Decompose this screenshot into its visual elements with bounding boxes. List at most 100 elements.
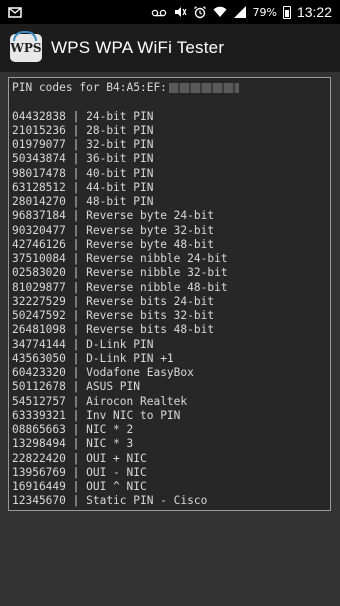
pin-separator: | <box>65 437 87 451</box>
pin-code: 81029877 <box>12 280 66 294</box>
status-bar: 79% 13:22 <box>0 0 340 24</box>
pin-results-panel[interactable]: PIN codes for B4:A5:EF: 04432838 | 24-bi… <box>8 77 331 511</box>
pin-row[interactable]: 42746126 | Reverse byte 48-bit <box>12 238 330 252</box>
pin-row[interactable]: 13298494 | NIC * 3 <box>12 437 330 451</box>
pin-algorithm-label: ASUS PIN <box>86 380 140 394</box>
pin-row[interactable]: 32227529 | Reverse bits 24-bit <box>12 295 330 309</box>
pin-code: 54512757 <box>12 394 66 408</box>
pin-separator: | <box>65 195 87 208</box>
pin-code: 96837184 <box>12 209 66 223</box>
pin-separator: | <box>65 180 87 194</box>
pin-algorithm-label: Airocon Realtek <box>86 394 188 408</box>
pin-row[interactable]: 37510084 | Reverse nibble 24-bit <box>12 252 330 266</box>
pin-row[interactable]: 50112678 | ASUS PIN <box>12 380 330 394</box>
app-logo-text: WPS <box>10 41 42 55</box>
pin-code: 32227529 <box>12 294 66 308</box>
pin-row[interactable]: 96837184 | Reverse byte 24-bit <box>12 209 330 223</box>
pin-algorithm-label: Reverse nibble 32-bit <box>86 266 228 280</box>
pin-separator: | <box>65 408 87 422</box>
pin-algorithm-label: Reverse bits 32-bit <box>86 309 215 322</box>
pin-code: 43563050 <box>12 351 66 365</box>
pin-row[interactable]: 34774144 | D-Link PIN <box>12 338 330 352</box>
pin-row[interactable]: 22822420 | OUI + NIC <box>12 452 330 466</box>
pin-code: 50343874 <box>12 152 66 166</box>
pin-row[interactable]: 63128512 | 44-bit PIN <box>12 181 330 195</box>
pin-separator: | <box>65 323 87 337</box>
pin-separator: | <box>65 480 87 493</box>
pin-separator: | <box>65 123 87 137</box>
pin-algorithm-label: D-Link PIN +1 <box>86 351 174 365</box>
pin-separator: | <box>65 465 87 479</box>
pin-separator: | <box>65 309 87 322</box>
pin-separator: | <box>65 337 87 351</box>
pin-algorithm-label: Reverse bits 48-bit <box>86 323 215 337</box>
results-header-text: PIN codes for B4:A5:EF: <box>12 81 167 94</box>
pin-row[interactable]: 21015236 | 28-bit PIN <box>12 124 330 138</box>
pin-code: 01979077 <box>12 138 66 151</box>
pin-separator: | <box>65 494 87 508</box>
pin-row[interactable]: 54512757 | Airocon Realtek <box>12 395 330 409</box>
pin-algorithm-label: Vodafone EasyBox <box>86 366 194 379</box>
pin-algorithm-label: 28-bit PIN <box>86 123 154 137</box>
pin-separator: | <box>65 366 87 379</box>
pin-code: 50247592 <box>12 309 66 322</box>
voicemail-icon <box>151 9 166 17</box>
status-left <box>8 5 22 19</box>
wifi-icon <box>213 6 226 17</box>
pin-row[interactable]: 63339321 | Inv NIC to PIN <box>12 409 330 423</box>
signal-icon <box>233 6 246 18</box>
pin-row[interactable]: 02583020 | Reverse nibble 32-bit <box>12 266 330 280</box>
pin-row[interactable]: 16916449 | OUI ^ NIC <box>12 480 330 494</box>
pin-code: 63128512 <box>12 180 66 194</box>
pin-separator: | <box>65 394 87 408</box>
pin-separator: | <box>65 252 87 265</box>
pin-separator: | <box>65 451 87 465</box>
pin-algorithm-label: Reverse byte 24-bit <box>86 209 215 223</box>
pin-algorithm-label: OUI + NIC <box>86 451 147 465</box>
pin-row[interactable]: 50343874 | 36-bit PIN <box>12 152 330 166</box>
pin-separator: | <box>65 109 87 123</box>
pin-code: 13956769 <box>12 465 66 479</box>
mail-icon <box>8 7 22 18</box>
pin-code: 13298494 <box>12 437 66 451</box>
pin-code: 63339321 <box>12 408 66 422</box>
wifi-arc-icon <box>13 31 37 41</box>
pin-algorithm-label: Reverse nibble 24-bit <box>86 252 228 265</box>
pin-row[interactable]: 12345670 | Static PIN - Cisco <box>12 494 330 508</box>
battery-icon <box>282 5 291 19</box>
pin-separator: | <box>65 280 87 294</box>
app-logo: WPS <box>10 31 42 62</box>
pin-code: 98017478 <box>12 166 66 180</box>
pin-code: 21015236 <box>12 123 66 137</box>
pin-row[interactable]: 28014270 | 48-bit PIN <box>12 195 330 209</box>
pin-separator: | <box>65 237 87 251</box>
pin-row[interactable]: 43563050 | D-Link PIN +1 <box>12 352 330 366</box>
pin-code: 50112678 <box>12 380 66 394</box>
pin-row[interactable]: 26481098 | Reverse bits 48-bit <box>12 323 330 337</box>
pin-row[interactable]: 04432838 | 24-bit PIN <box>12 110 330 124</box>
pin-code: 37510084 <box>12 252 66 265</box>
pin-row[interactable]: 98017478 | 40-bit PIN <box>12 167 330 181</box>
pin-separator: | <box>65 380 87 394</box>
app-bar: WPS WPS WPA WiFi Tester <box>0 24 340 72</box>
pin-algorithm-label: 48-bit PIN <box>86 195 154 208</box>
pin-separator: | <box>65 166 87 180</box>
pin-algorithm-label: Reverse bits 24-bit <box>86 294 215 308</box>
pin-row[interactable]: 08865663 | NIC * 2 <box>12 423 330 437</box>
pin-algorithm-label: Reverse byte 32-bit <box>86 223 215 237</box>
pin-algorithm-label: Reverse byte 48-bit <box>86 237 215 251</box>
pin-code: 12345670 <box>12 494 66 508</box>
mute-icon <box>174 7 187 17</box>
pin-row[interactable]: 81029877 | Reverse nibble 48-bit <box>12 281 330 295</box>
pin-row[interactable]: 90320477 | Reverse byte 32-bit <box>12 224 330 238</box>
pin-row[interactable]: 60423320 | Vodafone EasyBox <box>12 366 330 380</box>
pin-separator: | <box>65 223 87 237</box>
pin-row[interactable]: 50247592 | Reverse bits 32-bit <box>12 309 330 323</box>
pin-row[interactable]: 01979077 | 32-bit PIN <box>12 138 330 152</box>
pin-row[interactable]: 13956769 | OUI - NIC <box>12 466 330 480</box>
pin-separator: | <box>65 152 87 166</box>
pin-algorithm-label: 44-bit PIN <box>86 180 154 194</box>
pin-code: 26481098 <box>12 323 66 337</box>
pin-code: 22822420 <box>12 451 66 465</box>
clock: 13:22 <box>296 4 332 20</box>
